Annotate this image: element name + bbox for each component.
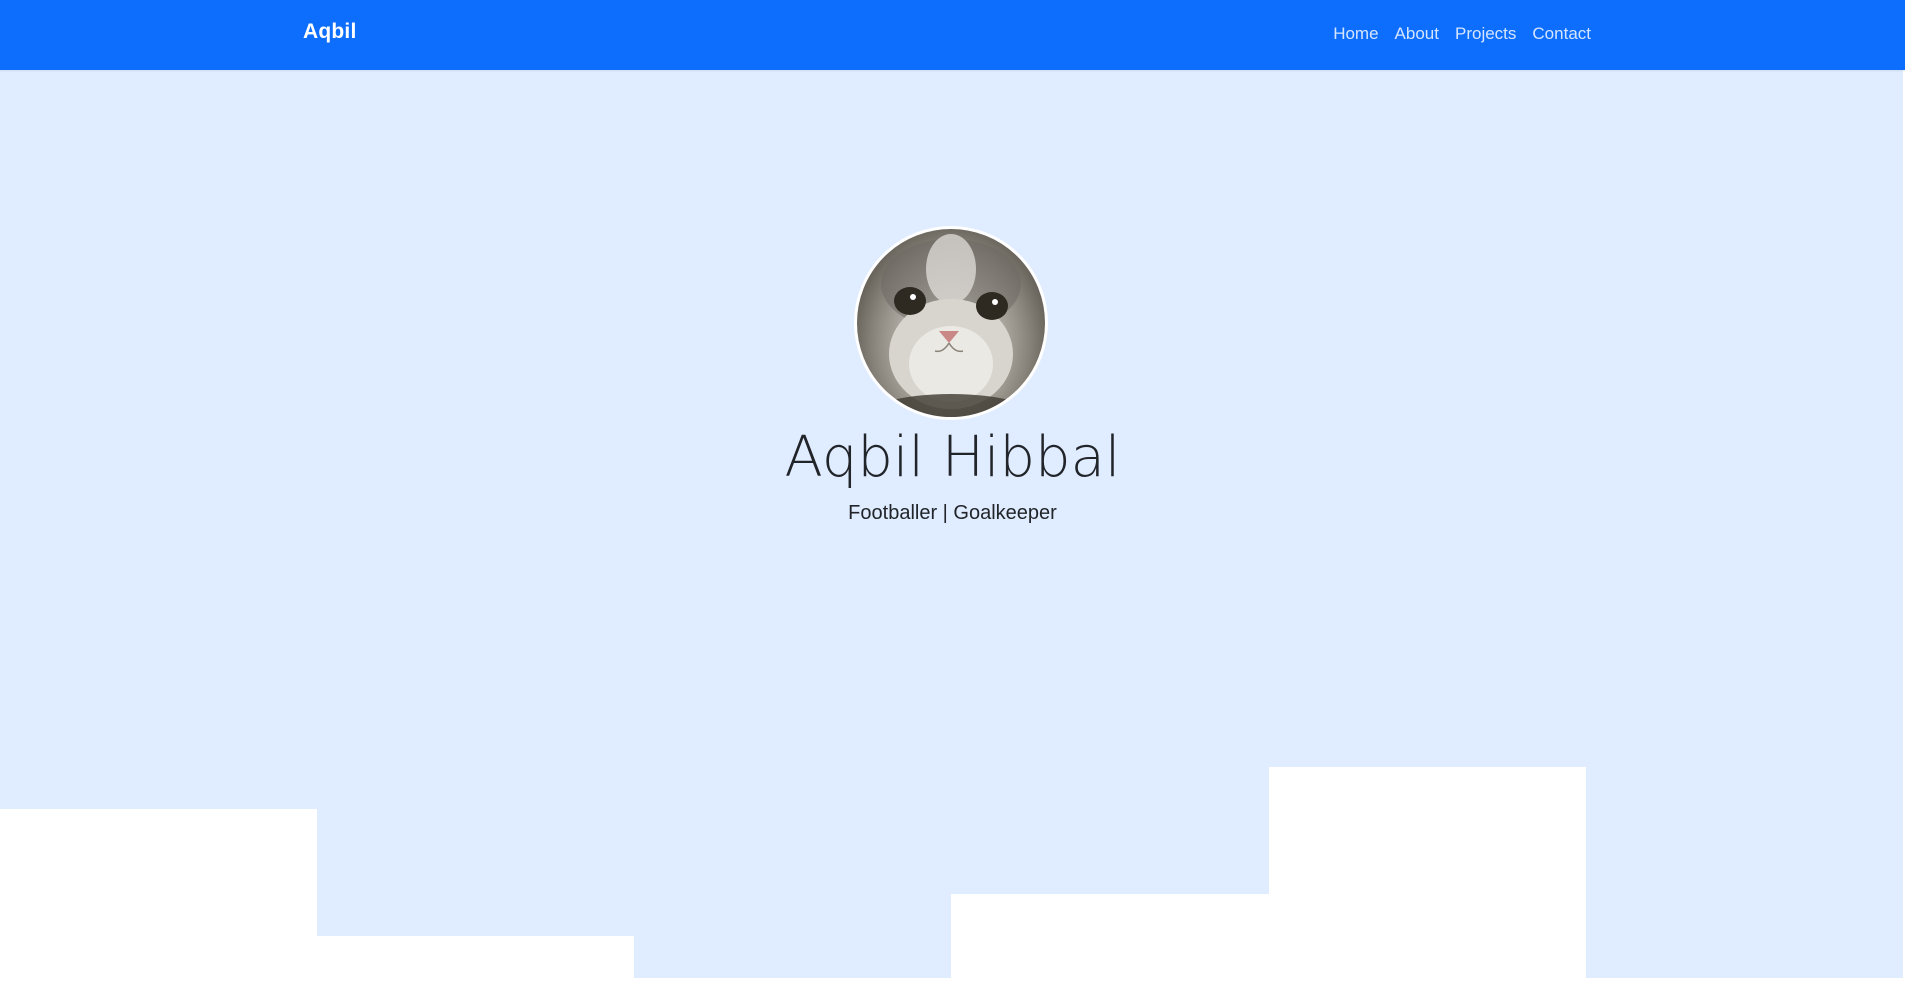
navbar: Aqbil Home About Projects Contact xyxy=(0,0,1905,70)
decorative-step-block xyxy=(0,809,317,997)
decorative-step-block xyxy=(634,978,951,997)
hero-name: Aqbil Hibbal xyxy=(784,425,1121,490)
cat-photo-avatar xyxy=(861,234,1041,417)
nav-link-projects[interactable]: Projects xyxy=(1455,24,1516,44)
nav-link-home[interactable]: Home xyxy=(1333,24,1378,44)
decorative-step-block xyxy=(951,894,1269,997)
nav-link-about[interactable]: About xyxy=(1395,24,1439,44)
navbar-brand[interactable]: Aqbil xyxy=(303,20,357,44)
avatar xyxy=(854,226,1048,420)
page: Aqbil Home About Projects Contact Aqbil … xyxy=(0,0,1905,997)
decorative-step-block xyxy=(1269,767,1586,997)
hero-subtitle: Footballer | Goalkeeper xyxy=(848,502,1057,524)
nav-link-contact[interactable]: Contact xyxy=(1532,24,1591,44)
decorative-step-block xyxy=(317,936,634,997)
decorative-step-block xyxy=(1586,978,1905,997)
nav-links: Home About Projects Contact xyxy=(1333,24,1591,44)
